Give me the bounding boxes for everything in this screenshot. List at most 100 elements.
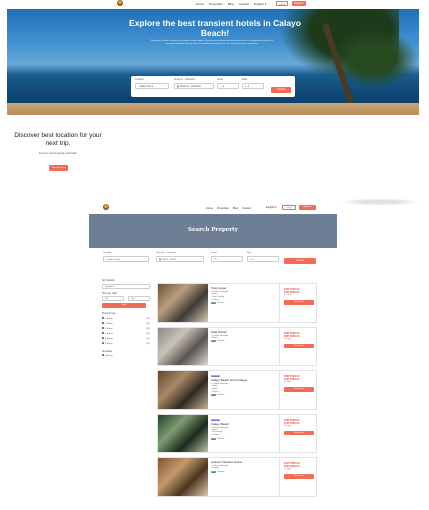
view-details-button[interactable]: View Details [284,343,314,348]
search-results-preview: Home Properties Blog Contact English ▾ L… [89,201,337,497]
inner-brand-logo[interactable] [103,204,109,210]
view-details-button[interactable]: View Details [284,387,314,392]
amenities-label: Amenities [102,350,113,353]
listing-card[interactable]: Featured Calayo Beach ⌖ Calayo, Nasugbu • R… [157,413,317,453]
guests-field: Guest ☺ 1 [217,79,239,89]
inner-nav-home[interactable]: Home [206,207,213,210]
listing-rating: 4.5 1 Review [211,394,225,397]
listing-feature: • Room [211,336,218,339]
checkbox-icon [102,341,104,344]
listing-photo[interactable] [158,284,208,322]
sort-select[interactable]: Popular ▾ [102,283,150,289]
rating-badge: 4.5 [211,437,216,440]
nav-links: Home Properties Blog Contact English ▾ [196,2,266,6]
brand-logo[interactable] [117,0,123,6]
listing-photo[interactable] [158,414,208,452]
hero-subtitle: Welcome to Guest, where your seaside esc… [150,40,274,46]
listing-title[interactable]: Tong Lodge [211,286,277,290]
inner-dates-input[interactable]: ▦ 1/1/23 - 1/2/23 [156,256,204,262]
listing-photo[interactable] [158,327,208,365]
inner-beds-input[interactable]: ▭ 1 [247,256,279,262]
inner-dates-field: Check-In - Checkout ▦ 1/1/23 - 1/2/23 [156,252,204,262]
inner-search-button[interactable]: Search [284,258,316,264]
dates-label: Check-In - Checkout [174,79,195,81]
inner-dates-label: Check-In - Checkout [156,252,176,254]
listing-feature: • 1 Room [211,298,219,301]
listing-price-box: PHP 2000.00 PHP 3500.00 Per night View Deta… [279,371,316,409]
inner-nav-blog[interactable]: Blog [233,207,238,210]
inner-register-button[interactable]: Register [299,205,316,210]
price-min-input[interactable]: Min [102,296,124,301]
amenity-checkbox[interactable]: Parking [102,354,150,359]
hero-search-form: Location ⌖ Select One ▾ Check-In - Check… [131,76,295,97]
inner-location-select[interactable]: ⌖ Select One ▾ [103,256,149,262]
listing-title[interactable]: Andrea Transient House [211,460,277,464]
beds-input[interactable]: ▭ 1 [242,83,264,89]
listing-card[interactable]: Featured Calayo Beach and Cottages ⌖ Calay… [157,370,317,410]
view-details-button[interactable]: View Details [284,300,314,305]
listing-title[interactable]: Tatia Sheraf [211,330,277,334]
listing-price-box: PHP 2000.00 PHP 3500.00 Per night View Deta… [279,414,316,452]
language-select[interactable]: English ▾ [254,2,266,6]
nav-link-properties[interactable]: Properties [209,2,223,6]
listing-photo[interactable] [158,371,208,409]
nav-link-home[interactable]: Home [196,2,204,6]
listing-card[interactable]: Tong Lodge ⌖ Calayo, Nasugbu • Room • Room … [157,283,317,323]
guests-input[interactable]: ☺ 1 [217,83,239,89]
inner-beds-label: Bed [247,252,251,254]
checkbox-icon [102,316,104,319]
listing-card[interactable]: Tatia Sheraf ⌖ Calayo, Nasugbu • Room 4.5 1 … [157,326,317,366]
sort-label: Sort Results [102,280,115,282]
listing-photo[interactable] [158,458,208,496]
dates-input[interactable]: ▦ Check-In - Checkout [174,83,214,89]
listing-price-box: PHP 2000.00 PHP 3500.00 Per night View Deta… [279,284,316,322]
listing-title[interactable]: Calayo Beach and Cottages [211,378,277,382]
nav-link-contact[interactable]: Contact [239,2,249,6]
inner-guests-field: Guest ☺ 1 [211,252,243,262]
listing-price-box: PHP 2000.00 PHP 3500.00 Per night View Deta… [279,458,316,496]
beds-field: Beds ▭ 1 [242,79,264,89]
location-select[interactable]: ⌖ Select One ▾ [135,83,169,89]
price-label: Price per night [102,292,117,295]
inner-login-button[interactable]: Login [282,205,296,210]
listing-info: Featured Calayo Beach ⌖ Calayo, Nasugbu • R… [211,417,277,440]
view-details-button[interactable]: View Details [284,474,314,479]
listing-info: Featured Calayo Beach and Cottages ⌖ Calay… [211,373,277,397]
discover-title: Discover best location for your next tri… [14,132,102,147]
view-details-button[interactable]: View Details [284,430,314,435]
listing-info: Andrea Transient House ⌖ Calayo, Nasugbu •… [211,460,277,473]
price-note: Per night [284,424,292,427]
property-type-checkbox[interactable]: 6 Room (12) [102,341,150,347]
listing-feature: • 1 Room [211,434,219,437]
rating-badge: 4.5 [211,470,216,473]
discover-subtitle: Find your perfect getaway destination [38,153,78,155]
inner-beds-field: Bed ▭ 1 [247,252,279,262]
listing-card[interactable]: Andrea Transient House ⌖ Calayo, Nasugbu •… [157,457,317,497]
price-max-input[interactable]: Max [128,296,150,301]
guests-label: Guest [217,79,224,81]
inner-navbar: Home Properties Blog Contact English ▾ L… [89,201,337,213]
featured-badge: Featured [211,418,221,421]
register-button[interactable]: Register [292,1,306,6]
price-range: Min Max [102,296,150,301]
rating-badge: 4.5 [211,302,216,305]
listing-title[interactable]: Calayo Beach [211,422,277,426]
filter-button[interactable]: Filter [102,303,146,308]
checkbox-icon [102,321,104,324]
login-button[interactable]: Login [276,1,289,6]
dates-field: Check-In - Checkout ▦ Check-In - Checkou… [174,79,214,89]
listing-feature: • 1 Room [211,390,219,393]
hero-search-button[interactable]: Search [271,87,291,93]
checkbox-icon [102,326,104,329]
listing-rating: 4.5 1 Review [211,470,225,473]
view-all-rooms-button[interactable]: View all rooms [49,165,68,171]
inner-nav-contact[interactable]: Contact [242,207,251,210]
top-navbar: Home Properties Blog Contact English ▾ L… [0,0,429,9]
inner-nav-links: Home Properties Blog Contact [206,207,251,210]
inner-guests-label: Guest [211,252,217,254]
inner-guests-input[interactable]: ☺ 1 [211,256,243,262]
inner-nav-properties[interactable]: Properties [217,207,229,210]
checkbox-icon [102,336,104,339]
inner-language-select[interactable]: English ▾ [266,206,277,209]
nav-link-blog[interactable]: Blog [228,2,234,6]
